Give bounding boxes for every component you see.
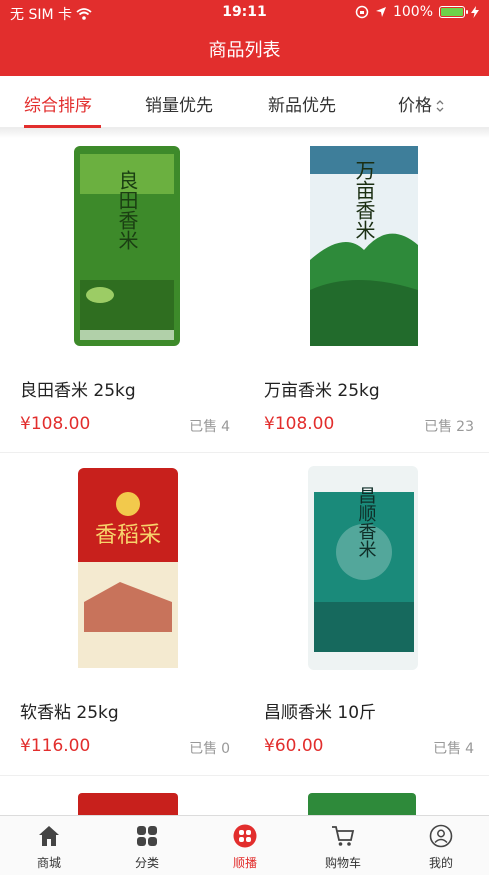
home-icon (39, 826, 59, 846)
orientation-lock-icon (355, 5, 369, 19)
bag-label: 香稻采 (95, 523, 161, 548)
charging-icon (471, 6, 479, 18)
battery-icon (439, 6, 468, 18)
battery-percent: 100% (392, 4, 433, 20)
tab-label: 我的 (428, 856, 453, 870)
sort-tab-price-label: 价格 (398, 96, 432, 116)
row-divider (0, 452, 489, 453)
product-price: ¥108.00 (20, 414, 91, 434)
sold-label: 已售 (433, 741, 462, 757)
product-sold: 已售 4 (433, 738, 474, 758)
product-name: 良田香米 25kg (20, 381, 136, 401)
product-card[interactable]: 万亩香米 万亩香米 25kg ¥108.00 已售 23 (244, 140, 488, 460)
page-title: 商品列表 (208, 40, 281, 61)
tab-category[interactable]: 分类 (98, 816, 196, 875)
sort-tab-price[interactable]: 价格 (398, 91, 445, 116)
bag-label: 昌顺香米 (356, 486, 377, 558)
product-sold: 已售 0 (189, 738, 230, 758)
sort-tab-default[interactable]: 综合排序 (24, 91, 92, 116)
sort-bar-shadow (0, 128, 489, 138)
product-name: 软香粘 25kg (20, 703, 119, 723)
grid-icon (137, 826, 157, 846)
tab-label: 商城 (36, 856, 61, 870)
product-price: ¥108.00 (264, 414, 335, 434)
tab-label: 分类 (134, 856, 159, 870)
user-icon (429, 824, 453, 848)
sold-count: 4 (465, 741, 474, 757)
battery-fill (441, 8, 463, 16)
product-image: 万亩香米 (310, 146, 418, 346)
product-image: 香稻采 (78, 468, 178, 668)
bag-label: 万亩香米 (352, 160, 376, 240)
product-name: 万亩香米 25kg (264, 381, 380, 401)
sort-bar: 综合排序 销量优先 新品优先 价格 (0, 76, 489, 128)
tab-label: 购物车 (324, 856, 361, 870)
sort-tab-new[interactable]: 新品优先 (268, 91, 336, 116)
tab-label: 顺播 (232, 856, 257, 870)
product-image: 昌顺香米 (308, 466, 418, 670)
broadcast-icon (233, 824, 257, 848)
sold-label: 已售 (189, 741, 218, 757)
product-card[interactable]: 香稻采 软香粘 25kg ¥116.00 已售 0 (0, 462, 244, 782)
product-sold: 已售 4 (189, 416, 230, 436)
sort-arrows-icon (436, 100, 444, 112)
product-image-partial[interactable] (78, 793, 178, 815)
status-bar: 无 SIM 卡 19:11 100% (0, 0, 489, 26)
app-header: 无 SIM 卡 19:11 100% 商品列表 (0, 0, 489, 76)
tab-cart[interactable]: 购物车 (294, 816, 392, 875)
sort-tab-sales[interactable]: 销量优先 (145, 91, 213, 116)
sold-label: 已售 (189, 419, 218, 435)
status-right: 100% (355, 4, 479, 20)
product-image: 良田香米 (74, 146, 180, 346)
tab-profile[interactable]: 我的 (392, 816, 489, 875)
cart-icon (332, 826, 355, 846)
product-price: ¥116.00 (20, 736, 91, 756)
product-sold: 已售 23 (424, 416, 474, 436)
location-icon (375, 7, 386, 17)
product-card[interactable]: 昌顺香米 昌顺香米 10斤 ¥60.00 已售 4 (244, 462, 488, 782)
bag-label: 良田香米 (115, 170, 139, 250)
product-image-partial[interactable] (308, 793, 416, 815)
product-name: 昌顺香米 10斤 (264, 703, 377, 723)
sold-count: 4 (221, 419, 230, 435)
product-price: ¥60.00 (264, 736, 324, 756)
product-card[interactable]: 良田香米 良田香米 25kg ¥108.00 已售 4 (0, 140, 244, 460)
sold-count: 0 (221, 741, 230, 757)
sold-count: 23 (456, 419, 474, 435)
row-divider (0, 775, 489, 776)
sold-label: 已售 (424, 419, 453, 435)
bottom-tabbar: 商城 分类 顺播 购物车 我的 (0, 815, 489, 875)
tab-broadcast[interactable]: 顺播 (196, 816, 294, 875)
tab-home[interactable]: 商城 (0, 816, 98, 875)
